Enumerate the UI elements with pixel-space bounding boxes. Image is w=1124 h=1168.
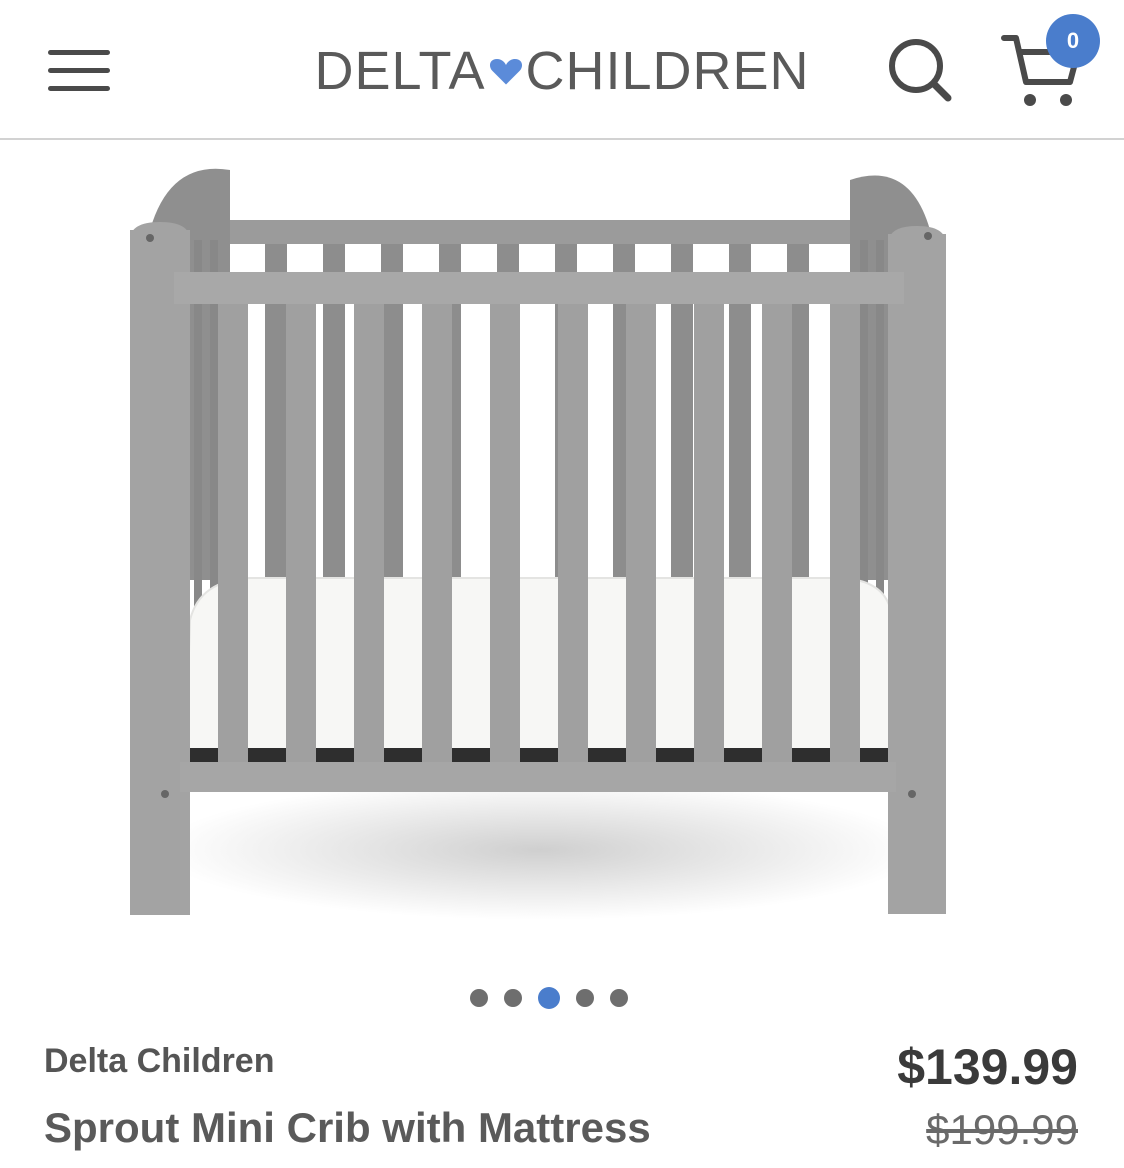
carousel-dot-active[interactable] <box>538 987 560 1009</box>
product-image[interactable] <box>120 150 960 950</box>
logo-text-left: DELTA <box>314 41 486 101</box>
carousel-dot[interactable] <box>610 989 628 1007</box>
heart-icon <box>488 40 524 102</box>
carousel-dot[interactable] <box>470 989 488 1007</box>
site-header: DELTA CHILDREN 0 <box>0 0 1124 140</box>
cart-count-badge[interactable]: 0 <box>1046 14 1100 68</box>
carousel-dots <box>470 987 628 1009</box>
hamburger-menu-icon[interactable] <box>48 50 110 92</box>
carousel-dot[interactable] <box>576 989 594 1007</box>
brand-logo[interactable]: DELTA CHILDREN <box>310 38 814 104</box>
original-price: $199.99 <box>926 1106 1078 1153</box>
carousel-dot[interactable] <box>504 989 522 1007</box>
product-title: Sprout Mini Crib with Mattress <box>44 1104 651 1151</box>
product-brand[interactable]: Delta Children <box>44 1042 274 1081</box>
search-icon[interactable] <box>886 36 954 104</box>
logo-text-right: CHILDREN <box>525 41 810 101</box>
sale-price: $139.99 <box>897 1039 1078 1095</box>
